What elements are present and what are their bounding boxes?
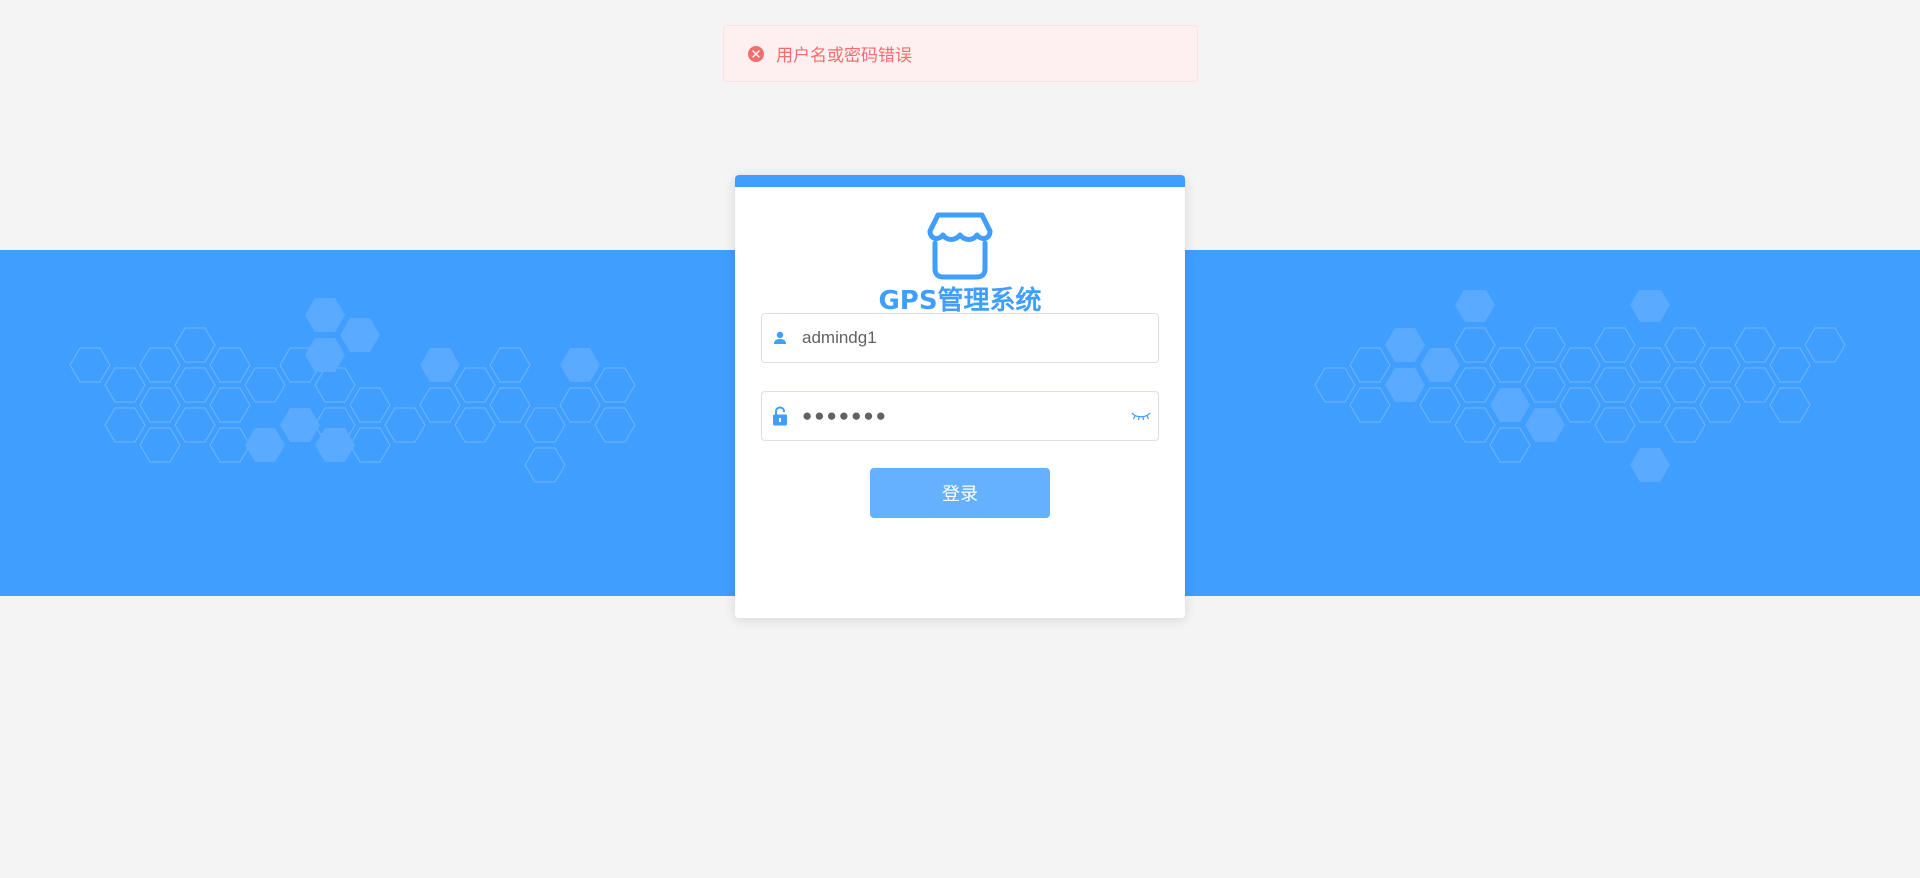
error-toast: 用户名或密码错误 (723, 25, 1198, 82)
login-card: GPS管理系统 admindg1 ●●●●●●● 登录 (735, 175, 1185, 618)
hexagon-pattern-left (69, 298, 636, 483)
username-field[interactable] (761, 313, 1159, 363)
card-accent-bar (735, 175, 1185, 187)
password-input[interactable] (802, 392, 1130, 440)
login-page: 用户名或密码错误 GPS管理系统 admindg1 ●●●●●●● 登录 (0, 0, 1920, 878)
hexagon-pattern-right (1314, 290, 1846, 482)
eye-closed-icon[interactable] (1130, 409, 1152, 423)
password-field[interactable] (761, 391, 1159, 441)
user-icon (771, 329, 789, 347)
error-message: 用户名或密码错误 (776, 46, 912, 66)
login-button[interactable]: 登录 (870, 468, 1050, 518)
close-circle-icon (748, 45, 764, 62)
username-input[interactable] (802, 314, 1158, 362)
shop-icon (927, 212, 993, 280)
lock-icon (771, 406, 789, 426)
app-title: GPS管理系统 (878, 286, 1042, 316)
